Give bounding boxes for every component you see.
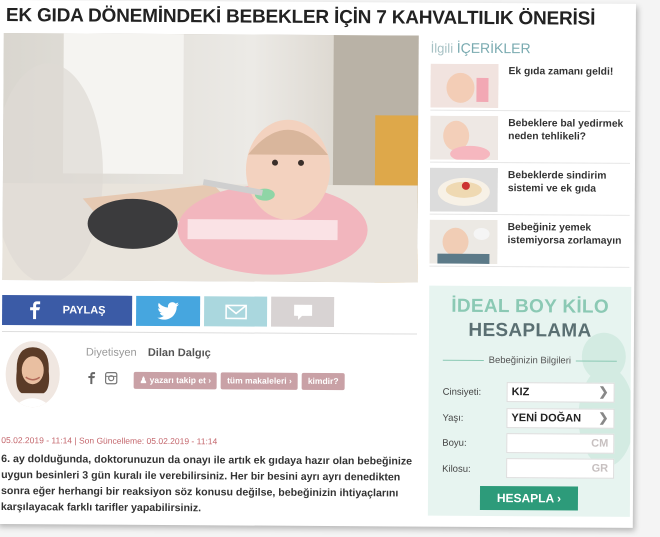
facebook-icon <box>29 301 40 320</box>
related-heading-prefix: İlgili <box>430 40 454 56</box>
height-weight-calculator: İDEAL BOY KİLO HESAPLAMA Bebeğinizin Bil… <box>427 285 632 517</box>
related-thumbnail <box>430 63 499 109</box>
calculator-subtitle-title: HESAPLAMA <box>468 319 592 342</box>
article-page: EK GIDA DÖNEMİNDEKİ BEBEKLER İÇİN 7 KAHV… <box>0 0 636 528</box>
related-heading: İlgili İÇERİKLER <box>430 39 531 57</box>
related-item[interactable]: Bebeklere bal yedirmek neden tehlikeli? <box>430 115 631 164</box>
calculator-section-label: Bebeğinizin Bilgileri <box>442 354 617 367</box>
height-input[interactable]: CM <box>506 433 615 454</box>
weight-unit: GR <box>591 462 609 475</box>
related-thumbnail <box>429 219 498 265</box>
author-role: Diyetisyen <box>85 346 137 359</box>
page-title: EK GIDA DÖNEMİNDEKİ BEBEKLER İÇİN 7 KAHV… <box>5 5 596 30</box>
chevron-down-icon: ❯ <box>598 384 609 399</box>
related-item[interactable]: Bebeklerde sindirim sistemi ve ek gıda <box>429 167 630 216</box>
publish-date: 05.02.2019 - 11:14 | Son Güncelleme: 05.… <box>1 435 218 447</box>
instagram-icon[interactable] <box>104 371 118 385</box>
age-select[interactable]: YENİ DOĞAN ❯ <box>506 408 615 429</box>
follow-author-label: yazarı takip et › <box>149 374 212 386</box>
related-thumbnail <box>429 167 498 213</box>
comment-button[interactable] <box>271 296 335 328</box>
related-title: Ek gıda zamanı geldi! <box>508 66 614 78</box>
all-articles-button[interactable]: tüm makaleleri › <box>221 372 298 390</box>
share-bar: PAYLAŞ <box>2 295 335 328</box>
divider <box>1 331 417 335</box>
facebook-icon[interactable] <box>88 372 96 385</box>
age-value: YENİ DOĞAN <box>511 412 582 425</box>
calculator-title: İDEAL BOY KİLO <box>451 295 610 318</box>
author-socials <box>88 371 118 385</box>
facebook-share-label: PAYLAŞ <box>62 304 106 317</box>
author-actions: ♟ yazarı takip et › tüm makaleleri › kim… <box>133 371 345 391</box>
mail-share-button[interactable] <box>204 296 268 327</box>
who-is-button[interactable]: kimdir? <box>301 372 345 391</box>
related-item[interactable]: Bebeğiniz yemek istemiyorsa zorlamayın <box>429 219 630 268</box>
author-avatar <box>5 341 60 408</box>
calculator-section-text: Bebeğinizin Bilgileri <box>488 354 572 367</box>
weight-input[interactable]: GR <box>506 458 615 479</box>
related-thumbnail <box>430 115 499 161</box>
related-title: Bebeğiniz yemek istemiyorsa zorlamayın <box>507 222 622 247</box>
user-plus-icon: ♟ <box>139 374 148 385</box>
twitter-icon <box>157 302 179 320</box>
height-unit: CM <box>591 437 609 450</box>
height-label: Boyu: <box>442 437 467 449</box>
chevron-down-icon: ❯ <box>598 410 609 425</box>
gender-value: KIZ <box>511 386 530 399</box>
related-item[interactable]: Ek gıda zamanı geldi! <box>430 63 631 112</box>
comment-icon <box>293 304 312 320</box>
article-body: 6. ay dolduğunda, doktorunuzun da onayı … <box>0 453 413 515</box>
hero-image <box>2 33 419 283</box>
related-heading-main: İÇERİKLER <box>456 39 531 57</box>
gender-select[interactable]: KIZ ❯ <box>506 382 615 403</box>
related-title: Bebeklere bal yedirmek neden tehlikeli? <box>508 118 624 143</box>
weight-label: Kilosu: <box>442 463 471 475</box>
calculate-button[interactable]: HESAPLA › <box>479 485 579 511</box>
related-title: Bebeklerde sindirim sistemi ve ek gıda <box>507 170 607 195</box>
author-name[interactable]: Dilan Dalgıç <box>148 347 211 359</box>
age-label: Yaşı: <box>442 412 464 424</box>
twitter-share-button[interactable] <box>136 295 201 327</box>
follow-author-button[interactable]: ♟ yazarı takip et › <box>133 371 218 390</box>
mail-icon <box>224 304 247 319</box>
facebook-share-button[interactable]: PAYLAŞ <box>2 295 133 326</box>
gender-label: Cinsiyeti: <box>442 386 482 398</box>
